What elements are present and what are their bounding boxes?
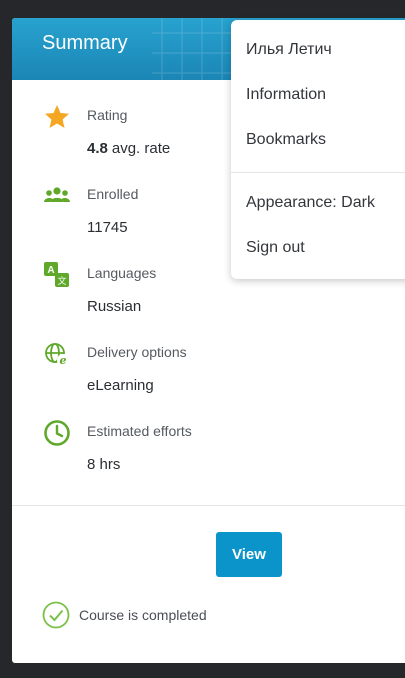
info-item-delivery: e Delivery options eLearning [12,337,405,416]
svg-text:A: A [47,265,54,276]
completion-text: Course is completed [79,607,207,623]
info-label: Enrolled [87,186,139,202]
info-value: eLearning [87,377,154,394]
info-value: 4.8 avg. rate [87,140,170,157]
user-menu-dropdown: Илья Летич Information Bookmarks Appeara… [231,20,405,279]
menu-item-bookmarks[interactable]: Bookmarks [246,131,326,149]
clock-icon [44,420,70,446]
card-divider [12,505,405,506]
globe-e-icon: e [45,343,69,367]
rating-number: 4.8 [87,140,108,157]
rating-suffix: avg. rate [111,140,171,157]
check-circle-icon [42,601,70,629]
info-label: Languages [87,265,157,281]
menu-item-information[interactable]: Information [246,86,326,104]
completion-status: Course is completed [42,601,207,629]
translate-icon: A 文 [44,262,69,287]
menu-item-user-name[interactable]: Илья Летич [246,41,332,59]
info-item-efforts: Estimated efforts 8 hrs [12,416,405,495]
card-title: Summary [42,32,128,54]
menu-item-appearance[interactable]: Appearance: Dark [246,194,375,212]
info-value: Russian [87,298,142,315]
info-value: 11745 [87,219,128,236]
menu-item-sign-out[interactable]: Sign out [246,239,305,257]
svg-text:文: 文 [57,275,66,287]
menu-divider [231,172,405,173]
svg-text:e: e [60,354,67,367]
view-button[interactable]: View [216,532,282,577]
info-label: Delivery options [87,344,187,360]
info-value: 8 hrs [87,456,121,473]
star-icon [45,105,69,128]
info-label: Estimated efforts [87,423,192,439]
info-label: Rating [87,107,128,123]
people-icon [44,187,70,202]
